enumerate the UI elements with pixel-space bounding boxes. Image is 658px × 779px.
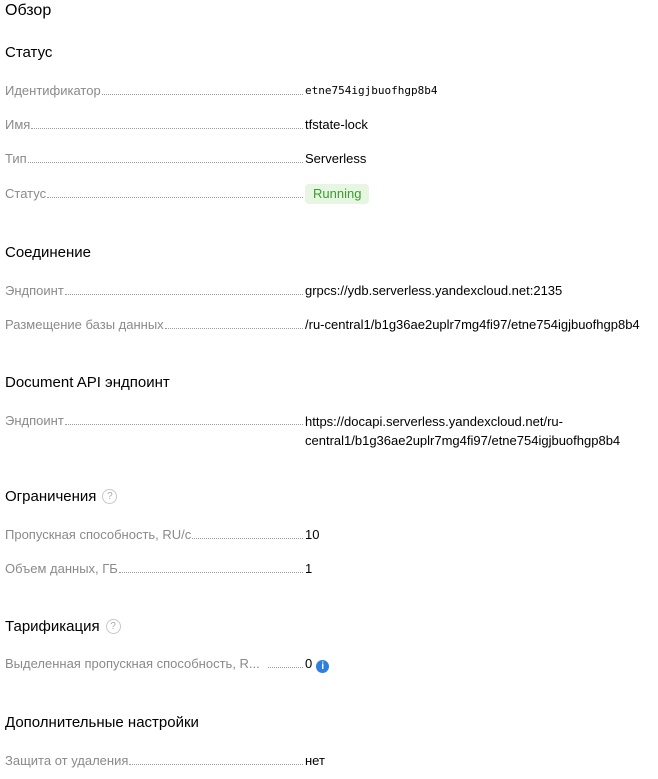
- row-label: Имя: [5, 117, 31, 132]
- info-circle-icon[interactable]: i: [316, 660, 330, 673]
- dotted-leader: [47, 197, 303, 198]
- type-value: Serverless: [305, 151, 367, 166]
- row-label: Статус: [5, 186, 47, 201]
- section-title-document-api: Document API эндпоинт: [5, 374, 170, 391]
- row-label: Объем данных, ГБ: [5, 561, 118, 576]
- section-title-advanced-text: Дополнительные настройки: [5, 714, 199, 731]
- row-label: Эндпоинт: [5, 283, 64, 298]
- identifier-value: etne754igjbuofhgp8b4: [305, 84, 438, 97]
- question-circle-icon[interactable]: ?: [105, 619, 121, 634]
- database-path-value: /ru-central1/b1g36ae2uplr7mg4fi97/etne75…: [305, 317, 640, 332]
- page-title: Обзор: [5, 2, 52, 19]
- dotted-leader: [129, 764, 303, 765]
- dotted-leader: [64, 294, 303, 295]
- dotted-leader: [192, 538, 303, 539]
- dotted-leader: [267, 667, 303, 668]
- deletion-protection-value: нет: [305, 753, 325, 768]
- section-title-status-text: Статус: [5, 44, 53, 61]
- section-title-connection: Соединение: [5, 244, 91, 261]
- section-title-connection-text: Соединение: [5, 244, 91, 261]
- row-label: Пропускная способность, RU/c: [5, 527, 192, 542]
- section-title-document-api-text: Document API эндпоинт: [5, 374, 170, 391]
- section-title-status: Статус: [5, 44, 52, 61]
- dotted-leader: [101, 94, 303, 95]
- throughput-value: 10: [305, 527, 320, 542]
- section-title-billing-text: Тарификация: [5, 618, 100, 635]
- dotted-leader: [27, 162, 303, 163]
- section-title-limits-text: Ограничения: [5, 488, 97, 505]
- dotted-leader: [118, 572, 303, 573]
- dotted-leader: [31, 128, 303, 129]
- data-size-value: 1: [305, 561, 313, 576]
- row-label: Тип: [5, 151, 27, 166]
- status-badge: Running: [305, 184, 370, 204]
- provisioned-throughput-value: 0: [305, 656, 313, 671]
- row-label: Выделенная пропускная способность, R...: [5, 656, 260, 671]
- name-value: tfstate-lock: [305, 117, 368, 132]
- row-label: Эндпоинт: [5, 413, 64, 428]
- document-api-endpoint-value: https://docapi.serverless.yandexcloud.ne…: [305, 414, 621, 448]
- section-title-limits: Ограничения ?: [5, 488, 118, 505]
- section-title-billing: Тарификация ?: [5, 618, 121, 635]
- row-label: Размещение базы данных: [5, 317, 164, 332]
- row-label: Идентификатор: [5, 83, 101, 98]
- row-label: Защита от удаления: [5, 753, 129, 768]
- question-circle-icon[interactable]: ?: [102, 489, 118, 504]
- dotted-leader: [164, 328, 303, 329]
- section-title-advanced: Дополнительные настройки: [5, 714, 199, 731]
- dotted-leader: [64, 424, 303, 425]
- endpoint-value: grpcs://ydb.serverless.yandexcloud.net:2…: [305, 283, 563, 298]
